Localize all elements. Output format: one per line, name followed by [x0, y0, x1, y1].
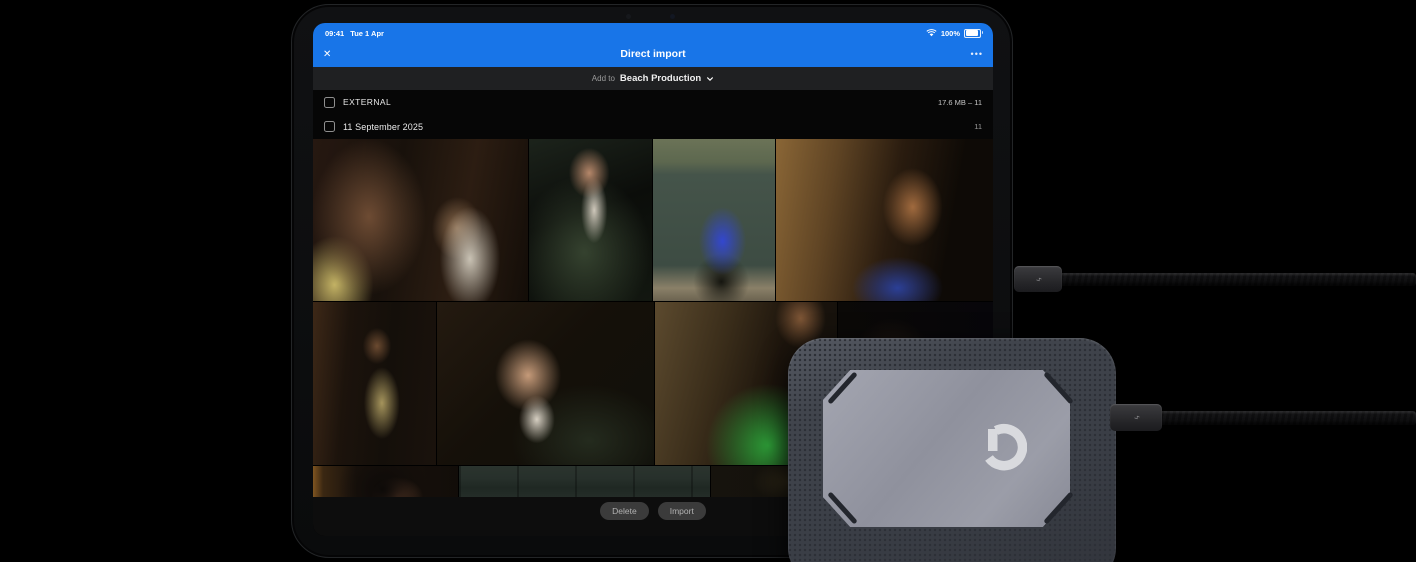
photo-thumbnail[interactable]: [653, 139, 775, 301]
cable-plug-upper: ϟ: [1014, 266, 1062, 292]
photo-thumbnail[interactable]: [529, 139, 652, 301]
thunderbolt-cable-lower: [1158, 411, 1416, 425]
g-drive-logo-icon: [979, 423, 1027, 471]
delete-button[interactable]: Delete: [600, 502, 649, 520]
source-row-date-group[interactable]: 11 September 2025 11: [313, 114, 993, 139]
more-options-icon[interactable]: •••: [971, 49, 983, 59]
date-group-count: 11: [974, 122, 982, 131]
status-time: 09:41: [325, 29, 344, 38]
external-checkbox[interactable]: [324, 97, 335, 108]
add-to-value: Beach Production: [620, 73, 701, 84]
external-label: EXTERNAL: [343, 97, 391, 107]
portable-ssd-drive: [788, 338, 1116, 562]
close-icon[interactable]: ✕: [323, 49, 331, 60]
scene: 09:41 Tue 1 Apr 100% ✕ Direct import •••: [0, 0, 1416, 562]
photo-thumbnail[interactable]: [313, 139, 528, 301]
source-row-external[interactable]: EXTERNAL 17.6 MB – 11: [313, 90, 993, 114]
front-camera: [670, 14, 675, 19]
front-camera-dot: [626, 14, 631, 19]
battery-icon: [964, 29, 981, 38]
thunderbolt-icon: ϟ: [1035, 277, 1042, 281]
cable-plug-lower: ϟ: [1110, 404, 1162, 431]
photo-thumbnail[interactable]: [437, 302, 654, 465]
app-header: ✕ Direct import •••: [313, 41, 993, 67]
import-button[interactable]: Import: [658, 502, 706, 520]
wifi-icon: [926, 29, 937, 37]
ssd-faceplate: [823, 370, 1070, 527]
photo-thumbnail[interactable]: [776, 139, 993, 301]
chevron-down-icon: [706, 75, 714, 83]
photo-thumbnail[interactable]: [313, 302, 436, 465]
date-group-label: 11 September 2025: [343, 122, 423, 132]
add-to-dropdown[interactable]: Add to Beach Production: [313, 67, 993, 90]
date-group-checkbox[interactable]: [324, 121, 335, 132]
add-to-label: Add to: [592, 74, 615, 83]
status-bar: 09:41 Tue 1 Apr 100%: [313, 23, 993, 41]
photo-thumbnail[interactable]: [313, 466, 458, 497]
page-title: Direct import: [313, 48, 993, 60]
status-date: Tue 1 Apr: [350, 29, 384, 38]
battery-percent: 100%: [941, 29, 960, 38]
external-size-count: 17.6 MB – 11: [938, 98, 982, 107]
thunderbolt-cable-upper: [1058, 273, 1416, 286]
thunderbolt-icon: ϟ: [1133, 416, 1140, 420]
photo-thumbnail[interactable]: [459, 466, 710, 497]
import-source-list: EXTERNAL 17.6 MB – 11 11 September 2025 …: [313, 90, 993, 139]
